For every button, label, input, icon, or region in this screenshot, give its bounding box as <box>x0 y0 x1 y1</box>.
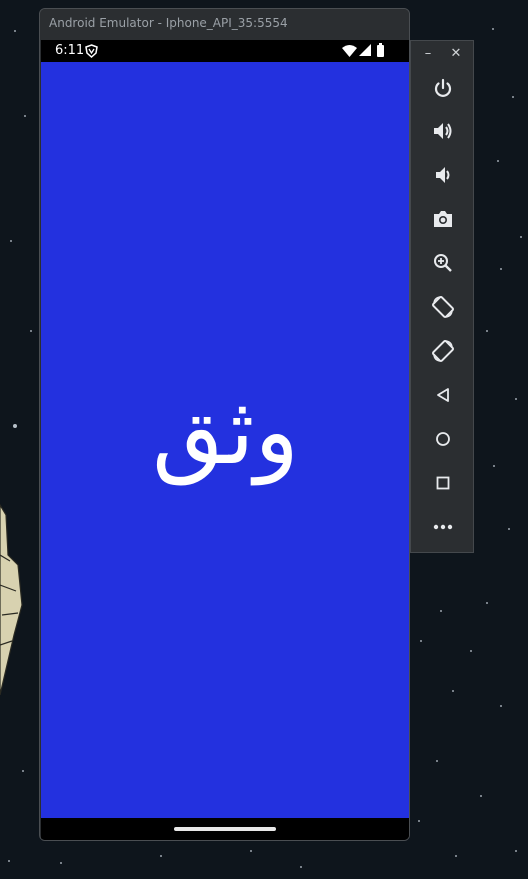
rotate-right-icon <box>432 340 454 362</box>
volume-down-button[interactable] <box>431 163 455 187</box>
overview-square-icon <box>436 476 450 490</box>
more-dots-icon <box>433 524 453 530</box>
astronaut-illustration-edge <box>0 503 23 695</box>
battery-icon <box>377 43 384 57</box>
home-circle-icon <box>436 432 450 446</box>
power-icon <box>434 78 452 97</box>
zoom-in-icon <box>434 254 452 272</box>
navigation-bar <box>41 818 409 840</box>
zoom-button[interactable] <box>431 251 455 275</box>
toolbar-minimize-button[interactable]: – <box>419 45 437 63</box>
volume-up-button[interactable] <box>431 119 455 143</box>
rotate-left-button[interactable] <box>431 295 455 319</box>
status-bar: 6:11 <box>41 40 409 62</box>
device-screen[interactable]: 6:11 وثق <box>41 40 409 840</box>
volume-down-icon <box>436 167 450 183</box>
emulator-toolbar: – ✕ <box>410 40 474 553</box>
wifi-icon <box>342 45 357 57</box>
app-logo-text: وثق <box>152 378 299 485</box>
toolbar-close-button[interactable]: ✕ <box>447 45 465 63</box>
camera-icon <box>434 211 452 227</box>
emulator-window: Android Emulator - Iphone_API_35:5554 6:… <box>39 8 410 841</box>
volume-up-icon <box>434 123 452 139</box>
overview-button[interactable] <box>431 471 455 495</box>
rotate-right-button[interactable] <box>431 339 455 363</box>
vpn-shield-icon <box>85 44 98 58</box>
status-time: 6:11 <box>55 43 85 58</box>
power-button[interactable] <box>431 76 455 100</box>
cell-signal-icon <box>359 44 371 56</box>
more-button[interactable] <box>431 515 455 539</box>
app-splash-screen[interactable]: وثق <box>41 62 409 818</box>
back-triangle-icon <box>437 388 449 402</box>
back-button[interactable] <box>431 383 455 407</box>
window-title: Android Emulator - Iphone_API_35:5554 <box>49 16 288 30</box>
home-button[interactable] <box>431 427 455 451</box>
gesture-home-handle[interactable] <box>174 827 276 831</box>
rotate-left-icon <box>432 296 454 318</box>
window-titlebar[interactable]: Android Emulator - Iphone_API_35:5554 <box>40 9 409 40</box>
screenshot-button[interactable] <box>431 207 455 231</box>
